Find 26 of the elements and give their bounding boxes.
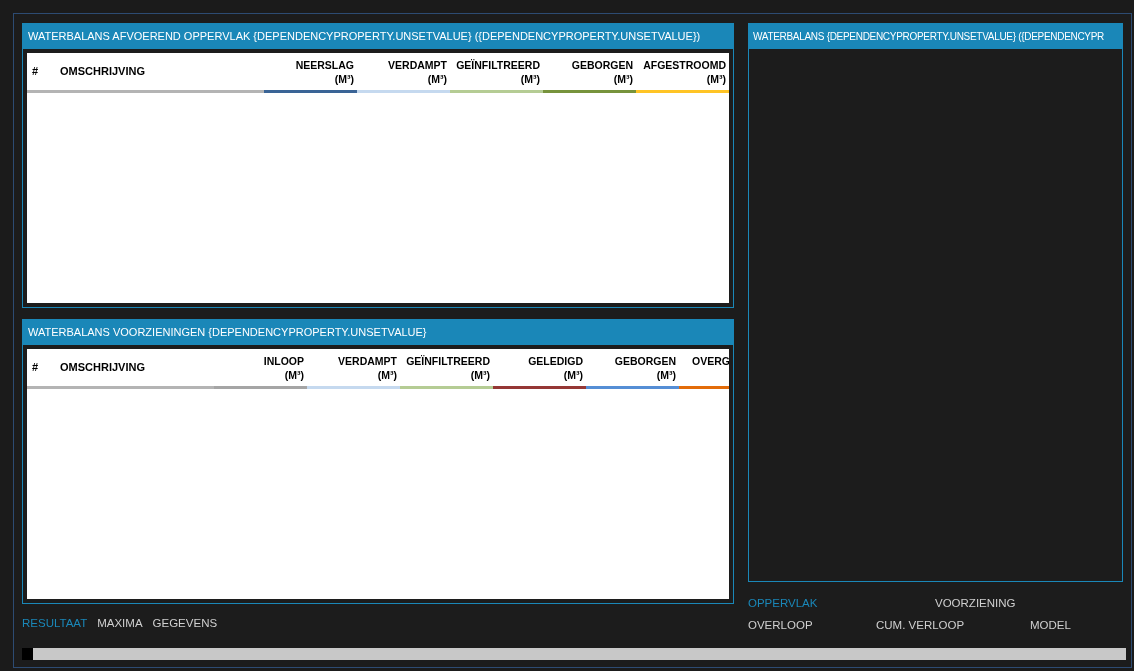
column-header: GEÏNFILTREERD (M³) [400,349,493,389]
column-header: # [31,360,40,376]
column-header: AFGESTROOMD (M³) [636,53,729,93]
column-header: GEÏNFILTREERD (M³) [450,53,543,93]
tab[interactable]: MAXIMA [97,615,143,633]
tab[interactable]: OVERLOOP [748,619,813,631]
column-header: NEERSLAG (M³) [264,53,357,93]
panel-title: WATERBALANS VOORZIENINGEN {DEPENDENCYPROPERTY.UNSETVALUE} [23,320,733,345]
column-header: VERDAMPT (M³) [357,53,450,93]
column-header: GEBORGEN (M³) [586,349,679,389]
column-header: VERDAMPT (M³) [307,349,400,389]
panel-title: WATERBALANS {DEPENDENCYPROPERTY.UNSETVALUE} ({DEPENDENCYPR [749,24,1122,49]
tab[interactable]: OPPERVLAK [748,597,818,609]
tab[interactable]: MODEL [1030,619,1071,631]
column-header: GEBORGEN (M³) [543,53,636,93]
horizontal-scrollbar[interactable] [22,648,1126,660]
tab[interactable]: RESULTAAT [22,615,88,633]
tab[interactable]: VOORZIENING [935,597,1016,609]
column-header: OMSCHRIJVING [60,64,145,80]
tab[interactable]: CUM. VERLOOP [876,619,965,631]
tab[interactable]: GEGEVENS [152,615,218,633]
column-header: OMSCHRIJVING [60,360,145,376]
column-header: # [31,64,40,80]
column-header: GELEDIGD (M³) [493,349,586,389]
panel-title: WATERBALANS AFVOEREND OPPERVLAK {DEPENDENCYPROPERTY.UNSETVALUE} ({DEPENDENCYPROPERTY.UNSETVALUE}) [23,24,733,49]
column-header: INLOOP (M³) [214,349,307,389]
